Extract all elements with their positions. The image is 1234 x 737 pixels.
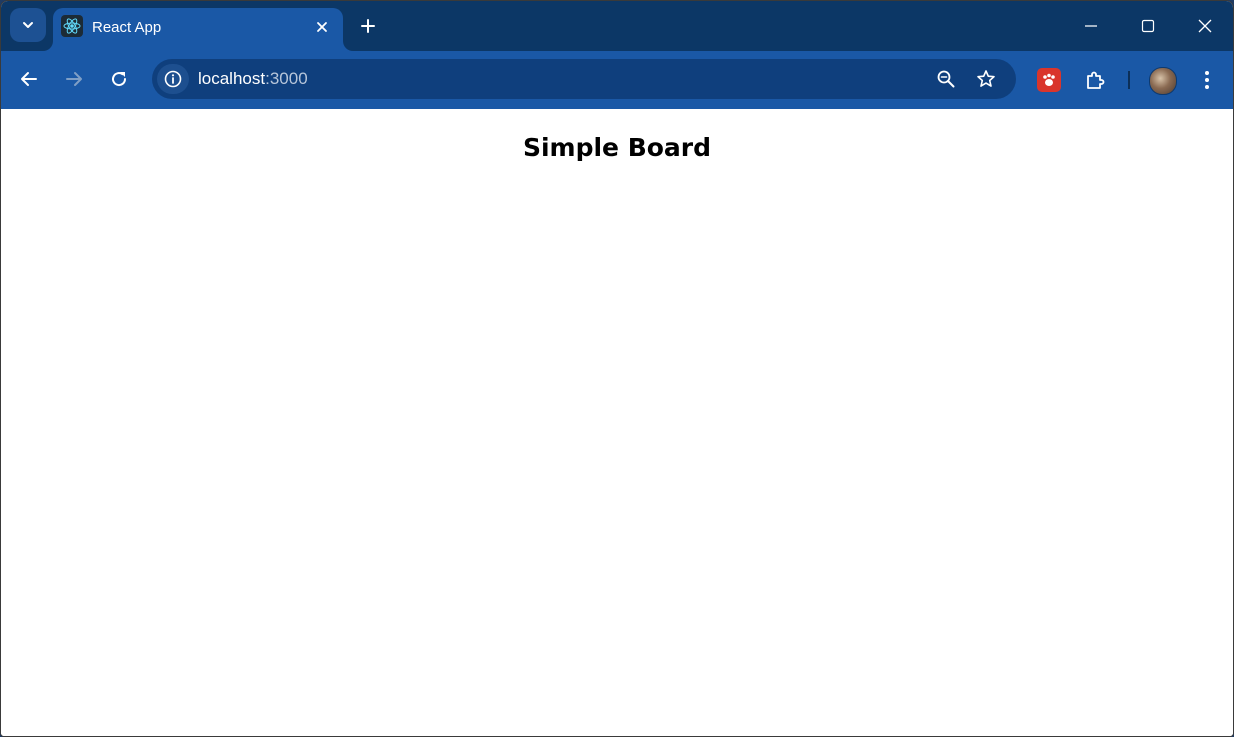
extension-button[interactable] [1037,68,1061,92]
forward-button[interactable] [57,62,91,96]
chevron-down-icon [23,22,33,28]
puzzle-icon [1087,71,1105,89]
zoom-button[interactable] [932,65,960,93]
zoom-out-icon [937,70,955,88]
profile-avatar[interactable] [1149,67,1177,95]
site-info-button[interactable] [157,64,189,94]
reload-icon [112,72,127,87]
info-icon [164,70,182,88]
bookmark-button[interactable] [972,65,1000,93]
toolbar-divider [1128,71,1130,89]
plus-icon [361,19,375,33]
address-bar[interactable]: localhost:3000 [152,59,1016,99]
browser-toolbar: localhost:3000 [1,51,1233,109]
browser-menu-button[interactable] [1194,66,1220,94]
page-title: Simple Board [522,133,712,162]
maximize-icon [1141,19,1155,33]
arrow-left-icon [21,72,37,86]
tab-close-button[interactable] [311,16,333,38]
close-icon [317,22,327,32]
tab-title: React App [92,19,162,36]
page-viewport: Simple Board [1,109,1233,736]
back-button[interactable] [12,62,46,96]
reload-button[interactable] [102,62,136,96]
extensions-menu-button[interactable] [1081,66,1109,94]
tab-active[interactable]: React App [53,8,343,51]
tab-strip: React App [1,1,1233,51]
new-tab-button[interactable] [355,13,381,39]
paw-icon [1043,73,1055,86]
url-host: localhost [198,69,266,88]
star-icon [977,70,995,87]
browser-window: React App localhost:3000 Simple Board [0,0,1234,737]
url-port: :3000 [265,69,308,88]
window-close-button[interactable] [1185,9,1225,43]
more-vertical-icon [1205,71,1209,89]
tab-search-button[interactable] [10,8,46,42]
maximize-button[interactable] [1128,9,1168,43]
url-text[interactable]: localhost:3000 [198,69,308,89]
minimize-icon [1085,25,1097,27]
minimize-button[interactable] [1071,9,1111,43]
arrow-right-icon [66,72,82,86]
react-logo-icon [61,15,83,37]
close-icon [1198,19,1212,33]
